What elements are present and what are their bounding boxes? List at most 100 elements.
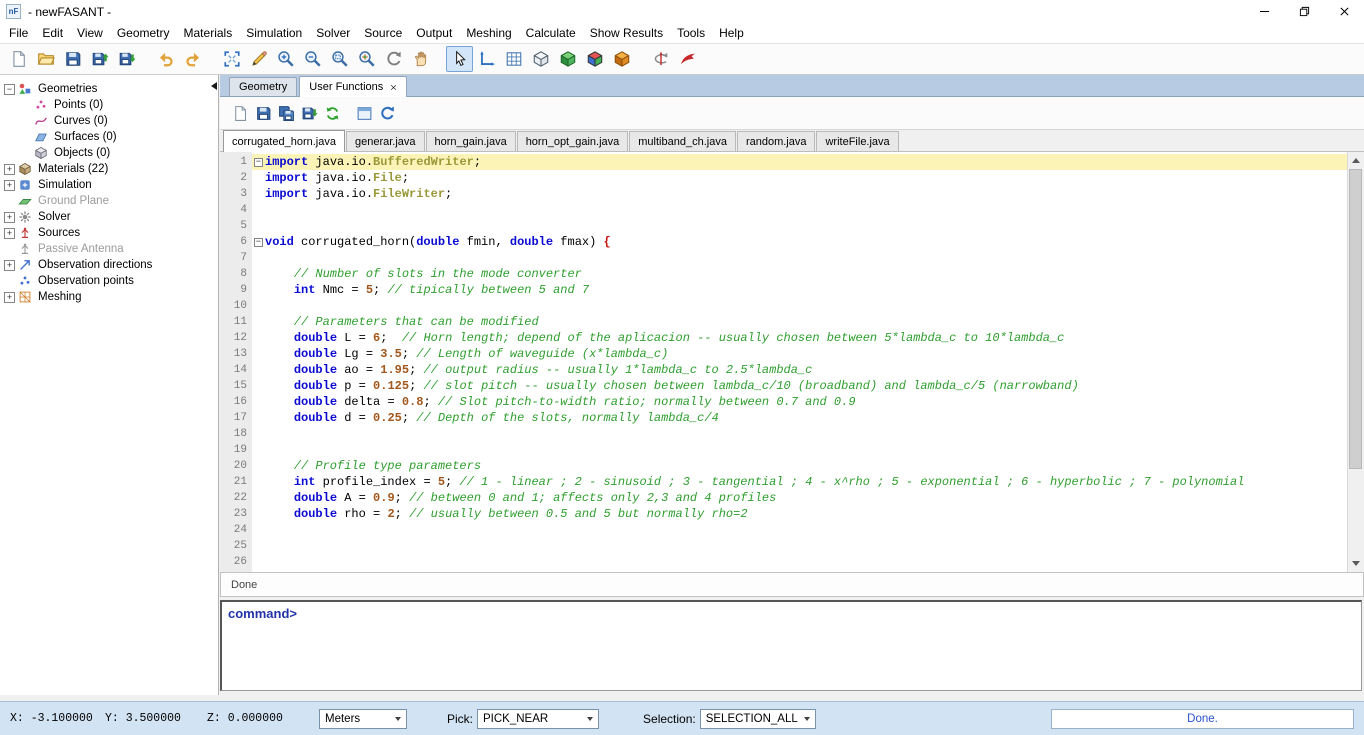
menu-materials[interactable]: Materials — [177, 24, 240, 42]
menu-view[interactable]: View — [70, 24, 110, 42]
dynamic-rotation-button[interactable] — [674, 46, 701, 72]
code-line[interactable]: 5 — [220, 218, 1364, 234]
tree-item-sources[interactable]: +Sources — [0, 225, 218, 241]
code-line[interactable]: 13 double Lg = 3.5; // Length of wavegui… — [220, 346, 1364, 362]
code-line[interactable]: 7 — [220, 250, 1364, 266]
expand-icon[interactable]: + — [4, 292, 15, 303]
save-button[interactable] — [59, 46, 86, 72]
undo-button[interactable] — [152, 46, 179, 72]
scrollbar-thumb[interactable] — [1349, 169, 1362, 469]
code-line[interactable]: 20 // Profile type parameters — [220, 458, 1364, 474]
zoom-window-button[interactable] — [326, 46, 353, 72]
expand-icon[interactable]: + — [4, 164, 15, 175]
file-tab-random-java[interactable]: random.java — [737, 131, 816, 151]
fold-icon[interactable]: − — [254, 158, 263, 167]
menu-help[interactable]: Help — [712, 24, 751, 42]
menu-output[interactable]: Output — [409, 24, 459, 42]
save-file-button[interactable] — [252, 102, 275, 125]
tree-item-points[interactable]: Points (0) — [0, 97, 218, 113]
expand-icon[interactable]: + — [4, 212, 15, 223]
code-line[interactable]: 14 double ao = 1.95; // output radius --… — [220, 362, 1364, 378]
close-button[interactable] — [1324, 0, 1364, 23]
tree-item-ground-plane[interactable]: Ground Plane — [0, 193, 218, 209]
code-editor[interactable]: 1−import java.io.BufferedWriter;2import … — [220, 152, 1364, 572]
menu-tools[interactable]: Tools — [670, 24, 712, 42]
menu-solver[interactable]: Solver — [309, 24, 357, 42]
code-line[interactable]: 2import java.io.File; — [220, 170, 1364, 186]
units-select[interactable]: Meters — [319, 709, 407, 729]
scroll-down-icon[interactable] — [1348, 555, 1364, 572]
menu-edit[interactable]: Edit — [35, 24, 70, 42]
code-line[interactable]: 25 — [220, 538, 1364, 554]
menu-file[interactable]: File — [2, 24, 35, 42]
code-line[interactable]: 17 double d = 0.25; // Depth of the slot… — [220, 410, 1364, 426]
tree-item-meshing[interactable]: +Meshing — [0, 289, 218, 305]
tree-item-materials[interactable]: +Materials (22) — [0, 161, 218, 177]
export-geometry-button[interactable] — [86, 46, 113, 72]
code-line[interactable]: 12 double L = 6; // Horn length; depend … — [220, 330, 1364, 346]
code-line[interactable]: 11 // Parameters that can be modified — [220, 314, 1364, 330]
import-geometry-button[interactable] — [113, 46, 140, 72]
axes-button[interactable] — [473, 46, 500, 72]
editor-scrollbar[interactable] — [1347, 152, 1364, 572]
code-line[interactable]: 16 double delta = 0.8; // Slot pitch-to-… — [220, 394, 1364, 410]
tree-item-passive-antenna[interactable]: Passive Antenna — [0, 241, 218, 257]
code-line[interactable]: 10 — [220, 298, 1364, 314]
output-window-button[interactable] — [353, 102, 376, 125]
code-line[interactable]: 21 int profile_index = 5; // 1 - linear … — [220, 474, 1364, 490]
code-line[interactable]: 26 — [220, 554, 1364, 570]
file-tab-corrugated-horn-java[interactable]: corrugated_horn.java — [223, 130, 345, 152]
zoom-out-button[interactable] — [299, 46, 326, 72]
redo-button[interactable] — [179, 46, 206, 72]
minimize-button[interactable] — [1244, 0, 1284, 23]
menu-calculate[interactable]: Calculate — [519, 24, 583, 42]
tab-geometry[interactable]: Geometry — [229, 77, 297, 96]
selection-select[interactable]: SELECTION_ALL — [700, 709, 816, 729]
file-tab-horn-gain-java[interactable]: horn_gain.java — [426, 131, 516, 151]
new-button[interactable] — [5, 46, 32, 72]
expand-icon[interactable]: + — [4, 180, 15, 191]
import-file-button[interactable] — [298, 102, 321, 125]
new-file-button[interactable] — [229, 102, 252, 125]
open-button[interactable] — [32, 46, 59, 72]
expand-icon[interactable]: + — [4, 228, 15, 239]
fold-icon[interactable]: − — [254, 238, 263, 247]
code-line[interactable]: 18 — [220, 426, 1364, 442]
code-line[interactable]: 22 double A = 0.9; // between 0 and 1; a… — [220, 490, 1364, 506]
pick-select[interactable]: PICK_NEAR — [477, 709, 599, 729]
code-line[interactable]: 4 — [220, 202, 1364, 218]
code-line[interactable]: 9 int Nmc = 5; // tipically between 5 an… — [220, 282, 1364, 298]
close-tab-icon[interactable] — [390, 84, 397, 91]
code-line[interactable]: 6−void corrugated_horn(double fmin, doub… — [220, 234, 1364, 250]
view-solid-button[interactable] — [554, 46, 581, 72]
zoom-in-button[interactable] — [272, 46, 299, 72]
expand-icon[interactable]: + — [4, 260, 15, 271]
code-line[interactable]: 19 — [220, 442, 1364, 458]
zoom-fit-button[interactable] — [218, 46, 245, 72]
tree-item-geometries[interactable]: −Geometries — [0, 81, 218, 97]
panel-collapse-icon[interactable] — [211, 82, 217, 90]
tree-item-observation-directions[interactable]: +Observation directions — [0, 257, 218, 273]
view-materials-button[interactable] — [608, 46, 635, 72]
refresh-button[interactable] — [376, 102, 399, 125]
file-tab-horn-opt-gain-java[interactable]: horn_opt_gain.java — [517, 131, 629, 151]
scroll-up-icon[interactable] — [1348, 152, 1364, 169]
tree-item-objects[interactable]: Objects (0) — [0, 145, 218, 161]
tree-item-simulation[interactable]: +Simulation — [0, 177, 218, 193]
code-line[interactable]: 23 double rho = 2; // usually between 0.… — [220, 506, 1364, 522]
file-tab-writefile-java[interactable]: writeFile.java — [816, 131, 898, 151]
menu-meshing[interactable]: Meshing — [459, 24, 518, 42]
collapse-icon[interactable]: − — [4, 84, 15, 95]
file-tab-multiband-ch-java[interactable]: multiband_ch.java — [629, 131, 736, 151]
code-line[interactable]: 3import java.io.FileWriter; — [220, 186, 1364, 202]
view-wireframe-button[interactable] — [527, 46, 554, 72]
edit-geometry-button[interactable] — [245, 46, 272, 72]
menu-source[interactable]: Source — [357, 24, 409, 42]
restore-button[interactable] — [1284, 0, 1324, 23]
rotate-axis-button[interactable] — [647, 46, 674, 72]
pan-button[interactable] — [407, 46, 434, 72]
command-panel[interactable]: command> — [220, 600, 1362, 691]
tree-item-observation-points[interactable]: Observation points — [0, 273, 218, 289]
menu-show-results[interactable]: Show Results — [583, 24, 670, 42]
view-colors-button[interactable] — [581, 46, 608, 72]
